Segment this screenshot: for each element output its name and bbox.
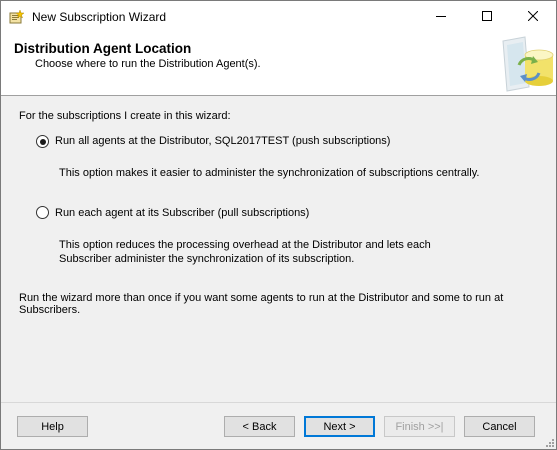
push-subscriptions-label[interactable]: Run all agents at the Distributor, SQL20… [55, 135, 390, 147]
wizard-window: New Subscription Wizard Distribution Age… [0, 0, 557, 450]
minimize-icon [436, 11, 446, 24]
note-text-line-1: Run the wizard more than once if you wan… [19, 292, 504, 304]
wizard-header: Distribution Agent Location Choose where… [1, 33, 556, 96]
push-subscriptions-description: This option makes it easier to administe… [59, 167, 480, 179]
database-sync-icon [495, 35, 556, 93]
close-icon [527, 10, 539, 24]
push-subscriptions-radio[interactable] [36, 135, 49, 148]
window-title: New Subscription Wizard [32, 10, 167, 24]
next-button[interactable]: Next > [304, 416, 375, 437]
cancel-button[interactable]: Cancel [464, 416, 535, 437]
pull-subscriptions-description-line-2: Subscriber administer the synchronizatio… [59, 253, 355, 265]
intro-text: For the subscriptions I create in this w… [19, 110, 231, 122]
resize-grip-icon[interactable] [544, 437, 555, 448]
pull-subscriptions-label[interactable]: Run each agent at its Subscriber (pull s… [55, 207, 309, 219]
close-button[interactable] [510, 1, 556, 33]
footer-divider [1, 402, 556, 403]
maximize-icon [482, 10, 492, 24]
wizard-body: For the subscriptions I create in this w… [1, 96, 556, 402]
title-bar[interactable]: New Subscription Wizard [1, 1, 556, 33]
wizard-icon [9, 9, 25, 25]
back-button[interactable]: < Back [224, 416, 295, 437]
pull-subscriptions-radio[interactable] [36, 206, 49, 219]
help-button[interactable]: Help [17, 416, 88, 437]
page-title: Distribution Agent Location [14, 41, 192, 56]
minimize-button[interactable] [418, 1, 464, 33]
page-subtitle: Choose where to run the Distribution Age… [35, 58, 261, 70]
finish-button: Finish >>| [384, 416, 455, 437]
note-text-line-2: Subscribers. [19, 304, 81, 316]
pull-subscriptions-description-line-1: This option reduces the processing overh… [59, 239, 431, 251]
maximize-button[interactable] [464, 1, 510, 33]
